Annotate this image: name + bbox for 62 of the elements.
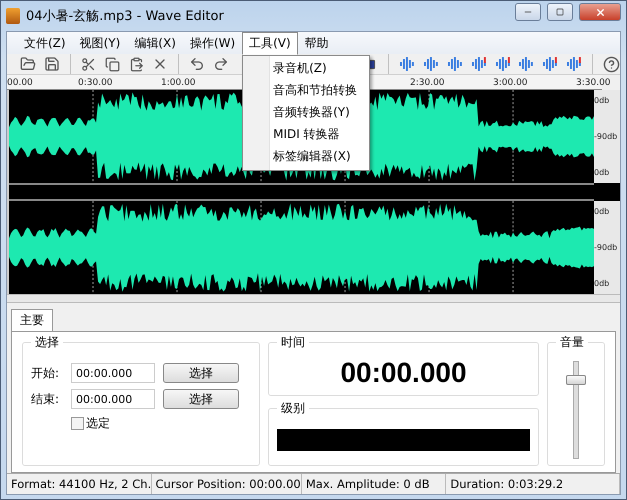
close-button[interactable] [579,3,621,21]
close-icon [594,6,606,18]
window-title: 04小暑-玄觞.mp3 - Wave Editor [26,8,225,25]
group-title: 选择 [31,334,63,351]
dropdown-item[interactable]: 标签编辑器(X) [243,146,370,168]
app-icon [6,8,20,24]
ruler-label: 1:00.00 [161,78,196,88]
db-label: -90db [594,243,618,252]
select-button[interactable]: 选择 [163,363,239,383]
db-label: 0db [594,279,610,288]
field-label: 结束: [31,390,60,408]
checkbox-label: 选定 [86,415,110,432]
help-icon[interactable] [602,55,620,73]
time-field[interactable]: 00:00.000 [71,389,155,409]
status-text: Max. Amplitude: 0 dB [302,474,446,494]
ruler-label: 2:30.00 [410,78,445,88]
status-text: Format: 44100 Hz, 2 Ch. [7,474,152,494]
save-icon[interactable] [42,55,61,73]
redo-icon[interactable] [212,55,230,73]
ruler-label: 00.00 [7,78,33,88]
horizontal-scrollbar[interactable] [7,294,620,302]
menu-item[interactable]: 文件(Z) [17,32,73,54]
waveform-icon[interactable] [517,56,536,72]
db-label: 0db [594,168,610,177]
minimize-button[interactable] [515,3,541,21]
field-label: 开始: [31,364,60,382]
waveform-icon[interactable] [494,56,512,72]
select-button[interactable]: 选择 [163,389,239,409]
status-text: Duration: 0:03:29.2 [446,474,620,494]
folder-icon[interactable] [19,55,37,73]
ruler-label: 0:30.00 [78,78,113,88]
dropdown-item[interactable]: 音高和节拍转换 [243,80,370,102]
menu-item[interactable]: 视图(Y) [72,32,128,54]
maximize-button[interactable] [547,3,573,21]
checkbox[interactable] [71,417,84,430]
volume-slider-thumb[interactable] [566,374,586,385]
waveform-icon[interactable] [446,56,464,72]
group-title: 时间 [277,334,309,351]
dropdown-item[interactable]: MIDI 转换器 [243,124,370,146]
menu-item[interactable]: 工具(V) [242,32,298,54]
maximize-icon [556,8,564,16]
group-title: 级别 [277,400,309,417]
ruler-label: 3:00.00 [493,78,528,88]
copy-icon[interactable] [104,55,122,73]
ruler-label: 3:30.00 [576,78,611,88]
menu-item[interactable]: 编辑(X) [127,32,183,54]
menu-item[interactable]: 操作(W) [182,32,242,54]
waveform-icon[interactable] [470,56,488,72]
db-label: 0db [594,206,610,216]
db-label: -90db [594,132,618,141]
db-label: 0db [594,96,610,105]
waveform-icon[interactable] [422,56,440,72]
time-display: 00:00.000 [339,357,468,389]
waveform-icon[interactable] [541,56,560,72]
waveform-icon[interactable] [565,56,584,72]
time-field[interactable]: 00:00.000 [71,363,155,383]
menu-item[interactable]: 帮助 [298,32,336,54]
dropdown-item[interactable]: 录音机(Z) [243,58,370,80]
waveform-icon[interactable] [398,56,416,72]
dropdown-item[interactable]: 音频转换器(Y) [243,102,370,124]
status-text: Cursor Position: 00:00.00 [152,474,302,494]
tab[interactable]: 主要 [11,309,53,331]
